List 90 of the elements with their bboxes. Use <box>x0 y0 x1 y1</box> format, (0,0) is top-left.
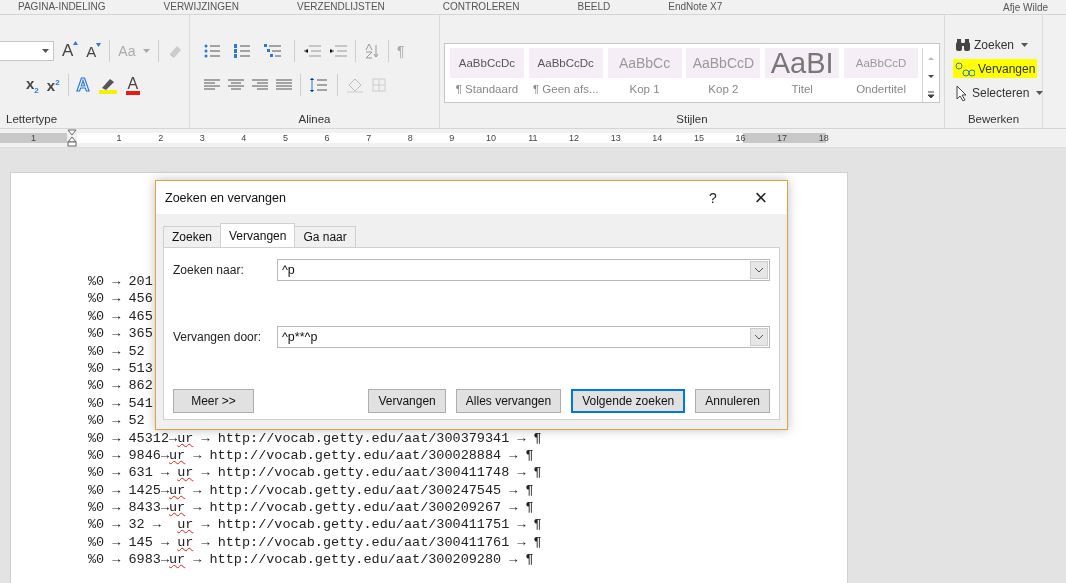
highlighter-icon[interactable] <box>97 76 118 94</box>
up-triangle-icon <box>73 41 79 45</box>
editing-command[interactable]: Vervangen <box>953 59 1038 78</box>
ruler-number: 11 <box>528 133 538 143</box>
decrease-indent-icon[interactable] <box>303 44 321 58</box>
document-line: %0 → 201 <box>88 273 153 291</box>
document-line: %0 → 541 <box>88 394 153 413</box>
ruler-number: 15 <box>693 133 704 143</box>
ruler-number: 1 <box>116 133 122 143</box>
text-combobox[interactable]: ^p**^p <box>277 326 770 348</box>
document-line: %0 → 456 <box>88 290 153 308</box>
dialog-button[interactable]: Vervangen <box>368 389 446 413</box>
cursor-icon <box>955 84 969 101</box>
line-spacing-icon[interactable] <box>309 77 329 93</box>
justify-icon[interactable] <box>276 79 292 91</box>
down-triangle-icon <box>96 42 102 47</box>
ruler-number: 2 <box>158 133 164 143</box>
ruler-number: 3 <box>199 133 205 143</box>
ribbon-tab[interactable]: VERWIJZINGEN <box>163 1 239 13</box>
dialog-title: Zoeken en vervangen <box>165 190 286 205</box>
ruler-number: 4 <box>241 133 247 143</box>
align-center-icon[interactable] <box>228 79 244 91</box>
group-label: Stijlen <box>676 113 708 125</box>
ruler-number: 7 <box>366 133 372 143</box>
superscript-button[interactable]: x$^{2}$ <box>46 76 60 94</box>
document-line: %0 → 32 → ur → http://vocab.getty.edu/aat/300411751 → ¶ <box>88 516 542 534</box>
dialog-button[interactable]: Alles vervangen <box>455 389 562 413</box>
dialog-tab[interactable]: Ga naar <box>294 226 356 247</box>
ruler-number: 12 <box>569 133 580 143</box>
shrink-font-button[interactable]: A <box>86 42 102 60</box>
group-label: Bewerken <box>967 113 1020 125</box>
ribbon-tab[interactable]: CONTROLEREN <box>442 1 520 13</box>
binoculars-icon <box>955 37 971 52</box>
editing-command[interactable]: Selecteren <box>953 83 1046 102</box>
document-line: %0 → 52 <box>88 412 145 430</box>
document-line: %0 → 9846→ur → http://vocab.getty.edu/aat/300028884 → ¶ <box>88 446 534 465</box>
subscript-button[interactable]: x$_{2}$ <box>26 75 39 95</box>
replace-icon <box>955 60 975 77</box>
document-line: %0 → 465 <box>88 307 153 326</box>
dialog-button[interactable]: Meer >> <box>173 389 254 413</box>
close-button[interactable]: × <box>741 183 781 212</box>
caret-icon <box>143 49 151 53</box>
increase-indent-icon[interactable] <box>329 44 347 58</box>
ribbon-tab[interactable]: PAGINA-INDELING <box>18 1 106 13</box>
align-right-icon[interactable] <box>252 79 268 91</box>
group-label: Alinea <box>298 113 331 125</box>
font-color-button[interactable]: A <box>125 75 141 95</box>
ruler-number: 8 <box>407 133 413 143</box>
group-label: Lettertype <box>6 113 58 125</box>
ruler-number: 17 <box>777 133 788 143</box>
ruler-number: 16 <box>735 133 746 143</box>
align-left-icon[interactable] <box>204 79 220 91</box>
field-label: Zoeken naar: <box>173 263 245 277</box>
document-line: %0 → 631 → ur → http://vocab.getty.edu/aat/300411748 → ¶ <box>88 464 542 482</box>
sort-icon[interactable] <box>364 43 380 59</box>
ribbon-tab[interactable]: VERZENDLIJSTEN <box>297 1 385 13</box>
editing-command[interactable]: Zoeken <box>953 35 1031 54</box>
ruler-number: 18 <box>818 133 829 143</box>
indent-marker-icon[interactable] <box>67 129 77 147</box>
field-label: Vervangen door: <box>173 330 263 344</box>
ruler-number: 9 <box>449 133 455 143</box>
user-name: Afje Wilde <box>1003 1 1048 13</box>
ruler-number: 1 <box>31 133 36 143</box>
document-line: %0 → 8433→ur → http://vocab.getty.edu/aat/300209267 → ¶ <box>88 499 534 517</box>
ruler-number: 5 <box>282 133 288 143</box>
font-size-dropdown[interactable] <box>0 41 54 61</box>
dialog-tab[interactable]: Vervangen <box>220 223 296 247</box>
ribbon-tab[interactable]: BEELD <box>577 1 611 13</box>
dialog-tab[interactable]: Zoeken <box>163 226 222 247</box>
help-button[interactable]: ? <box>693 183 733 212</box>
document-line: %0 → 513 <box>88 359 153 378</box>
document-line: %0 → 45312→ur → http://vocab.getty.edu/aat/300379341 → ¶ <box>88 429 542 447</box>
document-line: %0 → 1425→ur → http://vocab.getty.edu/aat/300247545 → ¶ <box>88 481 534 500</box>
ruler-number: 14 <box>652 133 663 143</box>
document-line: %0 → 6983→ur → http://vocab.getty.edu/aat/300209280 → ¶ <box>88 551 534 569</box>
document-line: %0 → 365 <box>88 325 153 343</box>
chevron-down-icon[interactable] <box>750 261 768 279</box>
caret-icon <box>42 49 49 53</box>
dialog-button[interactable]: Volgende zoeken <box>571 389 686 413</box>
document-line: %0 → 862 <box>88 377 153 395</box>
text-combobox[interactable]: ^p <box>277 259 770 281</box>
ruler-number: 6 <box>324 133 330 143</box>
dialog-button[interactable]: Annuleren <box>695 389 770 413</box>
document-line: %0 → 52 <box>88 342 145 360</box>
chevron-down-icon[interactable] <box>750 328 768 346</box>
document-line: %0 → 145 → ur → http://vocab.getty.edu/aat/300411761 → ¶ <box>88 533 542 552</box>
ribbon-tab[interactable]: EndNote X7 <box>668 1 723 13</box>
ruler-number: 13 <box>610 133 621 143</box>
ruler-number: 10 <box>485 133 496 143</box>
grow-font-button[interactable]: A <box>62 41 79 61</box>
